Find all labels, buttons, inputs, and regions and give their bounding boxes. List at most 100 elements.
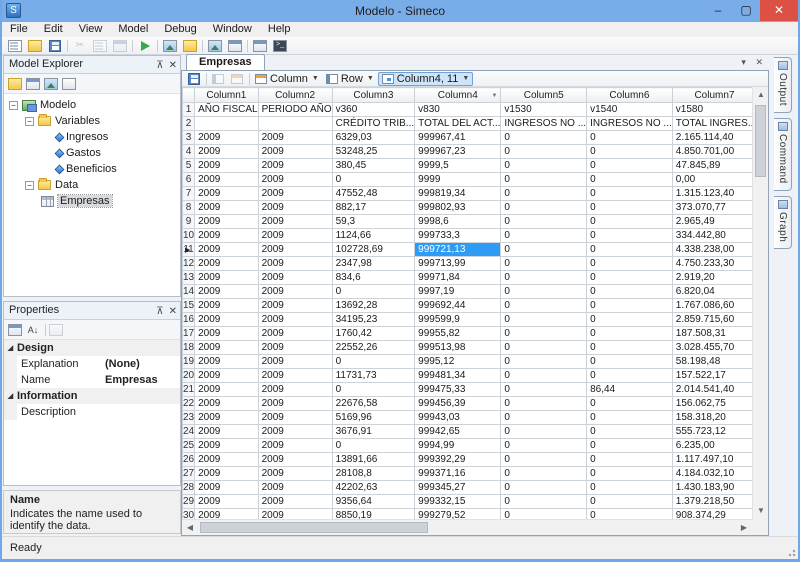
- grid-export-button[interactable]: [228, 72, 246, 86]
- grid-cell[interactable]: 0: [501, 439, 587, 453]
- tree-item-ingresos[interactable]: Ingresos: [4, 129, 180, 145]
- grid-cell[interactable]: AÑO FISCAL: [195, 103, 258, 117]
- grid-cell[interactable]: 0: [501, 187, 587, 201]
- grid-cell[interactable]: 0: [332, 355, 415, 369]
- grid-row-header[interactable]: 13: [183, 271, 195, 285]
- grid-cell[interactable]: 2009: [195, 159, 258, 173]
- pin-icon[interactable]: ⊼: [156, 306, 163, 317]
- grid-row-header[interactable]: 26: [183, 453, 195, 467]
- grid-cell[interactable]: 2009: [195, 509, 258, 520]
- grid-cell[interactable]: 2.014.541,40: [672, 383, 752, 397]
- menu-view[interactable]: View: [71, 22, 111, 37]
- tab-graph[interactable]: Graph: [774, 196, 792, 249]
- grid-cell[interactable]: 999481,34: [415, 369, 501, 383]
- grid-cell[interactable]: 13692,28: [332, 299, 415, 313]
- grid-row-header[interactable]: 12: [183, 257, 195, 271]
- grid-cell[interactable]: 2009: [195, 243, 258, 257]
- paste-button[interactable]: [110, 38, 130, 54]
- grid-save-button[interactable]: [185, 72, 203, 86]
- grid-cell[interactable]: 2009: [258, 397, 332, 411]
- grid-cell[interactable]: 2009: [195, 215, 258, 229]
- grid-cell[interactable]: 2009: [258, 299, 332, 313]
- grid-cell[interactable]: CRÉDITO TRIB...: [332, 117, 415, 131]
- category-expanded-icon[interactable]: ◢: [4, 392, 17, 400]
- grid-cell[interactable]: 999802,93: [415, 201, 501, 215]
- grid-cell[interactable]: 2009: [258, 411, 332, 425]
- grid-cell[interactable]: 2009: [195, 495, 258, 509]
- grid-cell[interactable]: 2009: [195, 173, 258, 187]
- grid-cell[interactable]: 2009: [258, 355, 332, 369]
- grid-row-header[interactable]: 4: [183, 145, 195, 159]
- grid-import-button[interactable]: [209, 72, 227, 86]
- close-button[interactable]: ✕: [760, 0, 798, 21]
- grid-column-header[interactable]: Column1: [195, 88, 258, 103]
- horizontal-scroll-thumb[interactable]: [200, 522, 428, 533]
- grid-row-header[interactable]: 1: [183, 103, 195, 117]
- grid-cell[interactable]: 11731,73: [332, 369, 415, 383]
- grid-cell[interactable]: 0: [501, 131, 587, 145]
- grid-cell[interactable]: 9994,99: [415, 439, 501, 453]
- grid-cell[interactable]: 9356,64: [332, 495, 415, 509]
- menu-file[interactable]: File: [2, 22, 36, 37]
- grid-row-header[interactable]: 8: [183, 201, 195, 215]
- categorized-button[interactable]: [7, 323, 23, 337]
- grid-cell[interactable]: 0: [332, 285, 415, 299]
- menu-edit[interactable]: Edit: [36, 22, 71, 37]
- grid-cell[interactable]: 102728,69: [332, 243, 415, 257]
- grid-cell[interactable]: 0: [501, 243, 587, 257]
- grid-cell[interactable]: 2009: [195, 201, 258, 215]
- category-expanded-icon[interactable]: ◢: [4, 344, 17, 352]
- grid-cell[interactable]: 999513,98: [415, 341, 501, 355]
- property-value[interactable]: (None): [105, 358, 180, 370]
- grid-cell[interactable]: 0: [587, 355, 673, 369]
- grid-column-header[interactable]: Column4▼: [415, 88, 501, 103]
- tab-list-dropdown-icon[interactable]: ▾: [741, 57, 746, 67]
- grid-cell[interactable]: 2009: [195, 271, 258, 285]
- grid-cell[interactable]: 0: [587, 257, 673, 271]
- close-pane-icon[interactable]: ✕: [169, 60, 177, 71]
- grid-cell[interactable]: 2009: [195, 439, 258, 453]
- grid-cell[interactable]: 2009: [195, 187, 258, 201]
- grid-cell[interactable]: 2009: [258, 257, 332, 271]
- grid-cell[interactable]: 2009: [258, 243, 332, 257]
- grid-cell[interactable]: 2009: [258, 453, 332, 467]
- grid-row-header[interactable]: 30: [183, 509, 195, 520]
- grid-cell[interactable]: 999733,3: [415, 229, 501, 243]
- vertical-scrollbar[interactable]: ▲ ▼: [752, 87, 768, 519]
- vertical-scroll-thumb[interactable]: [755, 105, 766, 177]
- grid-row-header[interactable]: 17: [183, 327, 195, 341]
- grid-cell[interactable]: 2.165.114,40: [672, 131, 752, 145]
- grid-cell[interactable]: 42202,63: [332, 481, 415, 495]
- grid-cell[interactable]: 0: [587, 229, 673, 243]
- grid-cell[interactable]: 0: [587, 299, 673, 313]
- grid-cell[interactable]: 999456,39: [415, 397, 501, 411]
- grid-cell[interactable]: 3676,91: [332, 425, 415, 439]
- grid-cell[interactable]: 0: [501, 285, 587, 299]
- grid-cell[interactable]: 22676,58: [332, 397, 415, 411]
- grid-cell[interactable]: 6.820,04: [672, 285, 752, 299]
- collapse-icon[interactable]: −: [25, 181, 34, 190]
- grid-cell[interactable]: 380,45: [332, 159, 415, 173]
- grid-cell[interactable]: PERIODO AÑO: [258, 103, 332, 117]
- grid-cell[interactable]: 834,6: [332, 271, 415, 285]
- grid-cell[interactable]: 0: [587, 467, 673, 481]
- property-value[interactable]: Empresas: [105, 374, 180, 386]
- property-row-explanation[interactable]: Explanation (None): [4, 356, 180, 372]
- grid-cell[interactable]: 373.070,77: [672, 201, 752, 215]
- grid-cell[interactable]: 47552,48: [332, 187, 415, 201]
- tree-item-beneficios[interactable]: Beneficios: [4, 161, 180, 177]
- grid-cell[interactable]: 1.379.218,50: [672, 495, 752, 509]
- grid-cell[interactable]: 999371,16: [415, 467, 501, 481]
- grid-cell[interactable]: 0: [587, 327, 673, 341]
- grid-cell[interactable]: 0: [587, 313, 673, 327]
- grid-cell[interactable]: 2009: [258, 425, 332, 439]
- grid-cell[interactable]: 0: [587, 131, 673, 145]
- grid-row-header[interactable]: 25: [183, 439, 195, 453]
- menu-window[interactable]: Window: [205, 22, 260, 37]
- tab-close-icon[interactable]: ✕: [755, 57, 763, 67]
- properties-button[interactable]: [7, 77, 23, 91]
- grid-cell[interactable]: 99955,82: [415, 327, 501, 341]
- grid-row-header[interactable]: 14: [183, 285, 195, 299]
- menu-debug[interactable]: Debug: [156, 22, 204, 37]
- grid-cell[interactable]: 2009: [195, 299, 258, 313]
